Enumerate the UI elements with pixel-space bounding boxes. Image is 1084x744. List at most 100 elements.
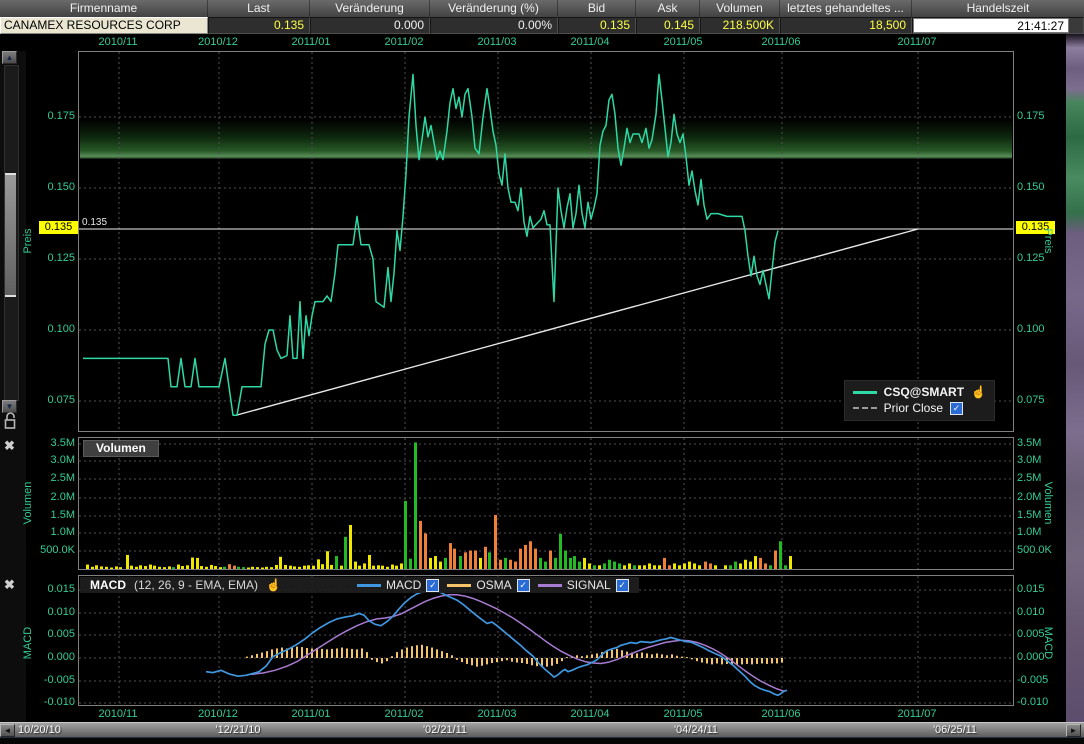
month-label: 2010/12 <box>186 708 250 720</box>
volume-bar <box>110 568 113 569</box>
osma-histogram-bar <box>686 657 688 658</box>
price-chart-panel[interactable]: 0.135 CSQ@SMART ☝ Prior Close ✓ <box>78 51 1014 432</box>
osma-histogram-bar <box>461 658 463 662</box>
volume-panel-title[interactable]: Volumen <box>83 440 159 457</box>
month-label: 2011/07 <box>885 708 949 720</box>
osma-histogram-bar <box>496 658 498 662</box>
axis-tick-label: 3.5M <box>27 436 78 450</box>
osma-histogram-bar <box>346 648 348 658</box>
volume-bar <box>613 562 616 569</box>
column-header-change-pct[interactable]: Veränderung (%) <box>430 0 558 17</box>
column-header-volume[interactable]: Volumen <box>700 0 780 17</box>
macd-chart[interactable] <box>79 576 1013 705</box>
volume-bar <box>724 565 727 569</box>
signal-checkbox[interactable]: ✓ <box>616 579 629 592</box>
volume-chart[interactable] <box>79 438 1013 569</box>
price-chart[interactable] <box>79 52 1013 431</box>
column-header-bid[interactable]: Bid <box>558 0 636 17</box>
axis-tick-label: 3.5M <box>1017 436 1065 450</box>
axis-title-volumen: Volumen <box>22 458 34 548</box>
volume-bar <box>744 560 747 569</box>
column-header-last-size[interactable]: letztes gehandeltes ... <box>780 0 912 17</box>
volume-bar <box>100 566 103 569</box>
volume-bar <box>573 556 576 569</box>
month-label: 2010/11 <box>86 708 150 720</box>
scroll-left-button[interactable]: ◄ <box>0 724 15 737</box>
volume-bar <box>593 565 596 569</box>
volume-bar <box>678 565 681 569</box>
column-header-last[interactable]: Last <box>208 0 310 17</box>
volume-bar <box>514 562 517 569</box>
osma-histogram-bar <box>526 658 528 664</box>
trade-time-value[interactable]: 21:41:27 <box>913 18 1069 33</box>
macd-chart-panel[interactable]: MACD (12, 26, 9 - EMA, EMA) ☝ MACD ✓ OSM… <box>78 575 1014 706</box>
osma-histogram-bar <box>666 655 668 658</box>
volume-bar <box>289 566 292 569</box>
column-header-trade-time[interactable]: Handelszeit <box>912 0 1084 17</box>
scrollbar-date-label[interactable]: '06/25/11 <box>915 723 995 738</box>
osma-histogram-bar <box>296 647 298 658</box>
unlock-icon[interactable] <box>3 411 19 436</box>
scrollbar-date-label[interactable]: 10/20/10 <box>18 723 98 738</box>
volume-bar <box>307 565 310 569</box>
volume-bar <box>459 556 462 569</box>
macd-params: (12, 26, 9 - EMA, EMA) <box>134 578 258 592</box>
axis-tick-label: 0.150 <box>27 180 78 194</box>
bottom-edge-strip <box>0 737 1084 744</box>
prior-close-checkbox[interactable]: ✓ <box>950 402 963 415</box>
company-name-cell[interactable]: CANAMEX RESOURCES CORP <box>0 17 208 34</box>
trade-time-pad <box>1069 18 1083 33</box>
axis-tick-label: 2.5M <box>27 471 78 485</box>
volume-chart-panel[interactable]: Volumen <box>78 437 1014 570</box>
column-header-change[interactable]: Veränderung <box>310 0 430 17</box>
volume-bar <box>275 565 278 569</box>
osma-histogram-bar <box>566 657 568 658</box>
volume-bar <box>400 563 403 569</box>
volume-bar <box>693 563 696 569</box>
volume-bar <box>668 565 671 569</box>
volume-bar <box>404 501 407 569</box>
scroll-right-button[interactable]: ► <box>1066 724 1081 737</box>
volume-bar <box>186 565 189 569</box>
osma-legend-item[interactable]: OSMA ✓ <box>447 578 529 592</box>
osma-histogram-bar <box>446 653 448 658</box>
macd-checkbox[interactable]: ✓ <box>426 579 439 592</box>
osma-histogram-bar <box>681 657 683 658</box>
signal-legend-item[interactable]: SIGNAL ✓ <box>538 578 629 592</box>
close-macd-panel-icon[interactable]: ✖ <box>4 578 15 591</box>
close-volume-panel-icon[interactable]: ✖ <box>4 439 15 452</box>
scrollbar-date-label[interactable]: '02/21/11 <box>405 723 485 738</box>
chart-window: Firmenname Last Veränderung Veränderung … <box>0 0 1084 744</box>
osma-histogram-bar <box>451 655 453 658</box>
legend-row-symbol[interactable]: CSQ@SMART ☝ <box>853 384 986 400</box>
volume-bar <box>434 556 437 569</box>
vertical-scrollbar-thumb[interactable] <box>5 173 16 297</box>
osma-checkbox[interactable]: ✓ <box>517 579 530 592</box>
column-header-ask[interactable]: Ask <box>636 0 700 17</box>
scroll-up-button[interactable]: ▲ <box>2 51 17 64</box>
column-header-firmenname[interactable]: Firmenname <box>0 0 208 17</box>
volume-bar <box>86 565 89 569</box>
osma-histogram-bar <box>581 656 583 658</box>
volume-bar <box>377 565 380 569</box>
volume-bar <box>784 565 787 569</box>
macd-legend-item[interactable]: MACD ✓ <box>357 578 439 592</box>
volume-cell: 218.500K <box>700 17 780 34</box>
right-range-strip[interactable] <box>1066 34 1084 722</box>
quote-header-row: Firmenname Last Veränderung Veränderung … <box>0 0 1084 17</box>
month-label: 2011/01 <box>279 708 343 720</box>
volume-bar <box>759 558 762 569</box>
volume-bar <box>688 562 691 569</box>
price-line-series[interactable] <box>83 74 778 415</box>
scrollbar-date-label[interactable]: '04/24/11 <box>656 723 736 738</box>
volume-bar <box>554 558 557 569</box>
horizontal-scrollbar[interactable]: ◄ ► 10/20/10 '12/21/10 '02/21/11 '04/24/11 '… <box>0 722 1084 737</box>
axis-tick-label: -0.005 <box>1017 673 1065 687</box>
scrollbar-date-label[interactable]: '12/21/10 <box>198 723 278 738</box>
volume-bar <box>354 562 357 569</box>
legend-row-prior-close[interactable]: Prior Close ✓ <box>853 400 986 416</box>
axis-tick-label: 0.075 <box>1017 393 1065 407</box>
osma-histogram-bar <box>591 654 593 658</box>
trend-line[interactable] <box>237 229 918 415</box>
vertical-scrollbar-track[interactable] <box>4 65 19 401</box>
